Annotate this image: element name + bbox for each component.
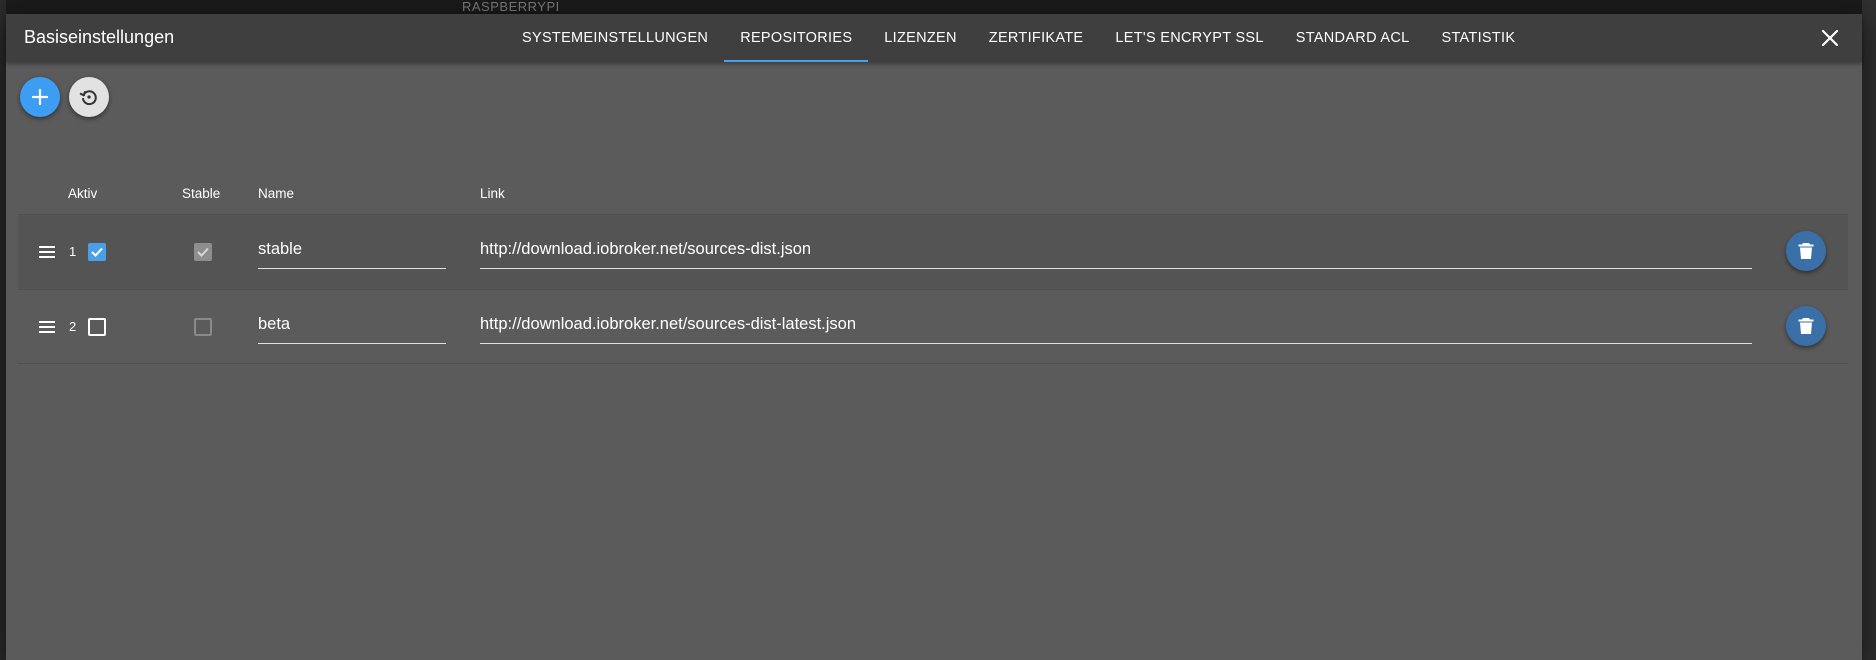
tab-lets-encrypt-ssl[interactable]: Let's Encrypt SSL (1099, 14, 1279, 62)
plus-icon (31, 88, 49, 106)
check-icon (197, 247, 209, 257)
column-header-aktiv: Aktiv (68, 186, 98, 201)
table-row: 1 stable http://download.iobroker.net/so… (18, 214, 1848, 289)
background-scrollbar (1862, 0, 1876, 660)
trash-icon (1798, 243, 1814, 259)
link-input[interactable]: http://download.iobroker.net/sources-dis… (480, 237, 1752, 269)
close-icon (1821, 29, 1839, 47)
delete-button[interactable] (1786, 231, 1826, 271)
dialog-title: Basiseinstellungen (24, 27, 175, 47)
row-index: 2 (69, 319, 77, 334)
delete-button[interactable] (1786, 306, 1826, 346)
background-topbar: RASPBERRYPI (0, 0, 1876, 14)
check-icon (91, 247, 103, 257)
dialog-header: Basiseinstellungen Systemeinstellungen R… (6, 14, 1862, 62)
tab-statistik[interactable]: Statistik (1425, 14, 1531, 62)
tab-systemeinstellungen[interactable]: Systemeinstellungen (506, 14, 724, 62)
name-input[interactable]: stable (258, 237, 446, 269)
tab-zertifikate[interactable]: Zertifikate (973, 14, 1100, 62)
column-header-link: Link (480, 186, 505, 201)
drag-handle-icon[interactable] (38, 319, 56, 335)
trash-icon (1798, 318, 1814, 334)
row-index: 1 (69, 244, 77, 259)
aktiv-checkbox[interactable] (88, 243, 106, 261)
drag-handle-icon[interactable] (38, 244, 56, 260)
tab-bar: Systemeinstellungen Repositories Lizenze… (506, 14, 1531, 62)
restore-icon (79, 90, 97, 106)
aktiv-checkbox[interactable] (88, 318, 106, 336)
add-repository-button[interactable] (20, 77, 60, 117)
table-header: Aktiv Stable Name Link (18, 174, 1848, 214)
background-host-label: RASPBERRYPI (462, 0, 560, 14)
name-input[interactable]: beta (258, 312, 446, 344)
table-row: 2 beta http://download.iobroker.net/sour… (18, 289, 1848, 364)
link-input[interactable]: http://download.iobroker.net/sources-dis… (480, 312, 1752, 344)
stable-checkbox[interactable] (194, 318, 212, 336)
close-button[interactable] (1818, 26, 1842, 50)
column-header-name: Name (258, 186, 295, 201)
tab-lizenzen[interactable]: Lizenzen (868, 14, 973, 62)
stable-checkbox[interactable] (194, 243, 212, 261)
tab-standard-acl[interactable]: Standard ACL (1280, 14, 1426, 62)
tab-repositories[interactable]: Repositories (724, 14, 869, 62)
column-header-stable: Stable (182, 186, 221, 201)
restore-defaults-button[interactable] (69, 77, 109, 117)
settings-dialog: Basiseinstellungen Systemeinstellungen R… (6, 14, 1862, 660)
